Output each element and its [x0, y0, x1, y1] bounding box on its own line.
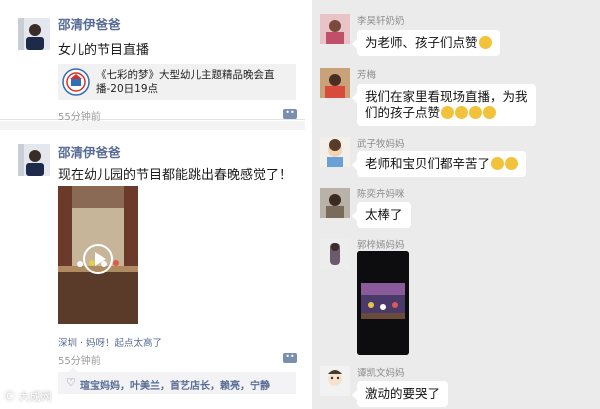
screenshot-composite: 邵清伊爸爸 女儿的节目直播 《七彩的梦》大型幼儿主题精品晚会直 播-20日19点…: [0, 0, 600, 409]
thumbs-up-icon: [483, 106, 497, 119]
thumbs-up-icon: [441, 106, 455, 119]
avatar[interactable]: [18, 18, 50, 50]
avatar[interactable]: [320, 68, 350, 98]
likes-list: ♡ 瑄宝妈妈，叶美兰，首艺店长，赖亮，宁静: [58, 367, 296, 394]
message-text: 们的孩子点赞: [365, 105, 441, 120]
thumbs-up-icon: [491, 157, 505, 170]
comment-more-icon[interactable]: ••: [283, 353, 297, 363]
thumbs-up-icon: [455, 106, 469, 119]
avatar[interactable]: [320, 188, 350, 218]
message-text: 我们在家里看现场直播，为我: [365, 89, 528, 104]
avatar[interactable]: [320, 14, 350, 44]
video-thumbnail[interactable]: [58, 186, 138, 324]
thumbs-up-icon: [469, 106, 483, 119]
link-title-line: 《七彩的梦》大型幼儿主题精品晚会直: [96, 69, 275, 81]
shared-link-card[interactable]: 《七彩的梦》大型幼儿主题精品晚会直 播-20日19点: [58, 64, 296, 100]
link-title: 《七彩的梦》大型幼儿主题精品晚会直 播-20日19点: [96, 68, 296, 96]
link-title-line: 播-20日19点: [96, 83, 159, 95]
post-text: 女儿的节目直播: [58, 43, 150, 58]
heart-icon: ♡: [66, 376, 76, 389]
watermark: Ⓒ 大成网: [4, 390, 52, 403]
sender-name: 芳梅: [357, 70, 377, 81]
comment-more-icon[interactable]: ••: [283, 109, 297, 119]
chat-bubble: 为老师、孩子们点赞: [352, 30, 500, 56]
message-text: 激动的要哭了: [365, 386, 441, 401]
sender-name: 郭梓嫣妈妈: [357, 240, 405, 251]
avatar[interactable]: [320, 239, 350, 269]
avatar[interactable]: [320, 366, 350, 396]
chat-bubble: 老师和宝贝们都辛苦了: [351, 151, 527, 177]
thumbs-up-icon: [505, 157, 519, 170]
chat-bubble: 我们在家里看现场直播，为我 们的孩子点赞: [352, 84, 536, 126]
kindergarten-logo-icon: [62, 68, 90, 96]
post-text: 现在幼儿园的节目都能跳出春晚感觉了！: [58, 168, 293, 183]
sender-name: 陈奕卉妈咪: [357, 189, 405, 200]
clap-icon: [478, 36, 492, 49]
post-time: 55分钟前: [58, 356, 101, 367]
play-icon[interactable]: [83, 244, 113, 274]
chat-bubble: 太棒了: [352, 202, 411, 228]
location-label[interactable]: 深圳 · 妈呀！起点太高了: [58, 335, 162, 349]
moments-feed: 邵清伊爸爸 女儿的节目直播 《七彩的梦》大型幼儿主题精品晚会直 播-20日19点…: [0, 0, 305, 409]
post-separator: [0, 121, 305, 130]
sender-name: 李昊轩奶奶: [357, 16, 405, 27]
message-text: 为老师、孩子们点赞: [365, 35, 478, 50]
watermark-text: 大成网: [18, 390, 52, 403]
like-names[interactable]: 瑄宝妈妈，叶美兰，首艺店长，赖亮，宁静: [80, 377, 270, 392]
moment-post: 邵清伊爸爸 女儿的节目直播 《七彩的梦》大型幼儿主题精品晚会直 播-20日19点…: [0, 0, 305, 123]
sender-name: 武子牧妈妈: [357, 139, 405, 150]
chat-bubble: 激动的要哭了: [351, 381, 449, 407]
sender-name: 谭凯文妈妈: [357, 368, 405, 379]
avatar[interactable]: [18, 144, 50, 176]
post-author[interactable]: 邵清伊爸爸: [58, 14, 121, 33]
message-text: 老师和宝贝们都辛苦了: [365, 156, 491, 171]
video-thumbnail[interactable]: [357, 251, 409, 355]
panel-divider: [305, 0, 312, 409]
avatar[interactable]: [320, 137, 350, 167]
moment-post: 邵清伊爸爸 现在幼儿园的节目都能跳出春晚感觉了！: [0, 130, 305, 409]
message-text: 太棒了: [365, 207, 403, 222]
post-author[interactable]: 邵清伊爸爸: [58, 142, 121, 161]
group-chat: 李昊轩奶奶 为老师、孩子们点赞 芳梅 我们在家里看现场直播，为我 们的孩子点赞: [312, 0, 600, 409]
